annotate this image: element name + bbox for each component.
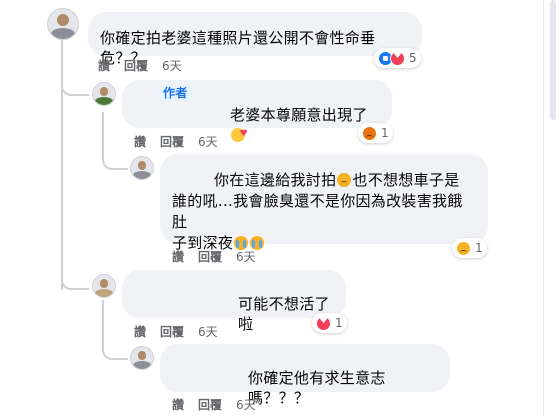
thread-curve-to-reply-5 bbox=[102, 336, 128, 360]
reaction-count: 5 bbox=[409, 51, 417, 65]
avatar[interactable] bbox=[130, 156, 154, 180]
avatar-body-shape bbox=[51, 27, 75, 39]
comment-text-line: 你在這邊給我討拍 也不想想車子是 bbox=[172, 170, 476, 191]
timestamp[interactable]: 6天 bbox=[162, 59, 182, 73]
like-button[interactable]: 讚 bbox=[134, 325, 146, 339]
timestamp[interactable]: 6天 bbox=[198, 135, 218, 149]
reply-button[interactable]: 回覆 bbox=[160, 135, 184, 149]
comment-bubble: 可能不想活了啦 bbox=[122, 270, 346, 333]
worried-face-emoji bbox=[337, 173, 352, 187]
avatar-body-shape bbox=[133, 170, 151, 179]
like-button[interactable]: 讚 bbox=[172, 250, 184, 264]
reply-button[interactable]: 回覆 bbox=[160, 325, 184, 339]
reply-button[interactable]: 回覆 bbox=[124, 59, 148, 73]
comment-actions: 讚回覆 6天 bbox=[98, 58, 196, 74]
comment-actions: 讚回覆 6天 bbox=[172, 249, 270, 265]
reaction-count: 1 bbox=[475, 241, 483, 255]
comment-text: 老婆本尊願意出現了 bbox=[230, 106, 368, 124]
timestamp[interactable]: 6天 bbox=[198, 325, 218, 339]
timestamp[interactable]: 6天 bbox=[236, 398, 256, 412]
comment-bubble: 你確定拍老婆這種照片還公開不會性命垂危？？ bbox=[88, 12, 422, 67]
thread-curve-to-reply-3 bbox=[102, 146, 128, 170]
reaction-summary[interactable]: 5 bbox=[374, 48, 421, 68]
comment-text-line: 誰的吼...我會臉臭還不是你因為改裝害我餓肚 bbox=[172, 192, 463, 231]
thread-curve-to-reply-4 bbox=[61, 262, 89, 290]
reaction-count: 1 bbox=[381, 126, 389, 140]
like-button[interactable]: 讚 bbox=[134, 135, 146, 149]
reaction-count: 1 bbox=[335, 316, 343, 330]
avatar-head-shape bbox=[137, 160, 147, 170]
reaction-summary[interactable]: 1 bbox=[312, 313, 347, 333]
avatar-head-shape bbox=[99, 278, 109, 288]
like-button[interactable]: 讚 bbox=[98, 59, 110, 73]
comment-bubble: 作者 老婆本尊願意出現了 bbox=[122, 80, 392, 144]
avatar-head-shape bbox=[137, 350, 147, 360]
avatar[interactable] bbox=[92, 274, 116, 298]
comment-bubble: 你在這邊給我討拍 也不想想車子是 誰的吼...我會臉臭還不是你因為改裝害我餓肚 子… bbox=[160, 154, 488, 252]
avatar-body-shape bbox=[95, 96, 113, 105]
angry-icon bbox=[362, 125, 377, 141]
commenter-name-row: 作者 bbox=[134, 85, 380, 101]
avatar[interactable] bbox=[130, 346, 154, 370]
sad-icon bbox=[456, 240, 471, 256]
comment-text: 你在這邊給我討拍 也不想想車子是 誰的吼...我會臉臭還不是你因為改裝害我餓肚 子… bbox=[172, 170, 476, 254]
crying-face-emoji bbox=[250, 236, 265, 250]
love-icon bbox=[390, 50, 405, 66]
comment-actions: 讚回覆 6天 bbox=[172, 397, 270, 413]
smiling-face-with-hearts-emoji bbox=[231, 124, 248, 144]
scrollbar-thumb[interactable] bbox=[550, 0, 556, 120]
reply-button[interactable]: 回覆 bbox=[198, 398, 222, 412]
scrollbar[interactable] bbox=[543, 0, 560, 416]
crying-face-emoji bbox=[234, 236, 249, 250]
commenter-name[interactable] bbox=[134, 274, 334, 286]
love-icon bbox=[316, 315, 331, 331]
avatar[interactable] bbox=[92, 82, 116, 106]
reply-button[interactable]: 回覆 bbox=[198, 250, 222, 264]
avatar-head-shape bbox=[99, 86, 109, 96]
avatar-body-shape bbox=[95, 288, 113, 297]
comment-bubble: 你確定他有求生意志嗎？？？ bbox=[160, 344, 450, 407]
commenter-name[interactable] bbox=[172, 348, 438, 360]
avatar-head-shape bbox=[57, 14, 69, 27]
timestamp[interactable]: 6天 bbox=[236, 250, 256, 264]
comment-text-segment: 你在這邊給我討拍 bbox=[214, 171, 337, 189]
comment-text-segment: 也不想想車子是 bbox=[352, 171, 460, 189]
commenter-name[interactable] bbox=[100, 20, 410, 24]
thread-curve-to-author-reply bbox=[61, 72, 89, 96]
avatar-body-shape bbox=[133, 360, 151, 369]
comment-actions: 讚回覆 6天 bbox=[134, 324, 232, 340]
avatar[interactable] bbox=[47, 8, 79, 40]
thread-line-reply-4 bbox=[102, 300, 104, 340]
author-badge: 作者 bbox=[158, 85, 193, 101]
reaction-summary[interactable]: 1 bbox=[452, 238, 487, 258]
reaction-summary[interactable]: 1 bbox=[358, 123, 393, 143]
comment-actions: 讚回覆 6天 bbox=[134, 134, 232, 150]
like-button[interactable]: 讚 bbox=[172, 398, 184, 412]
